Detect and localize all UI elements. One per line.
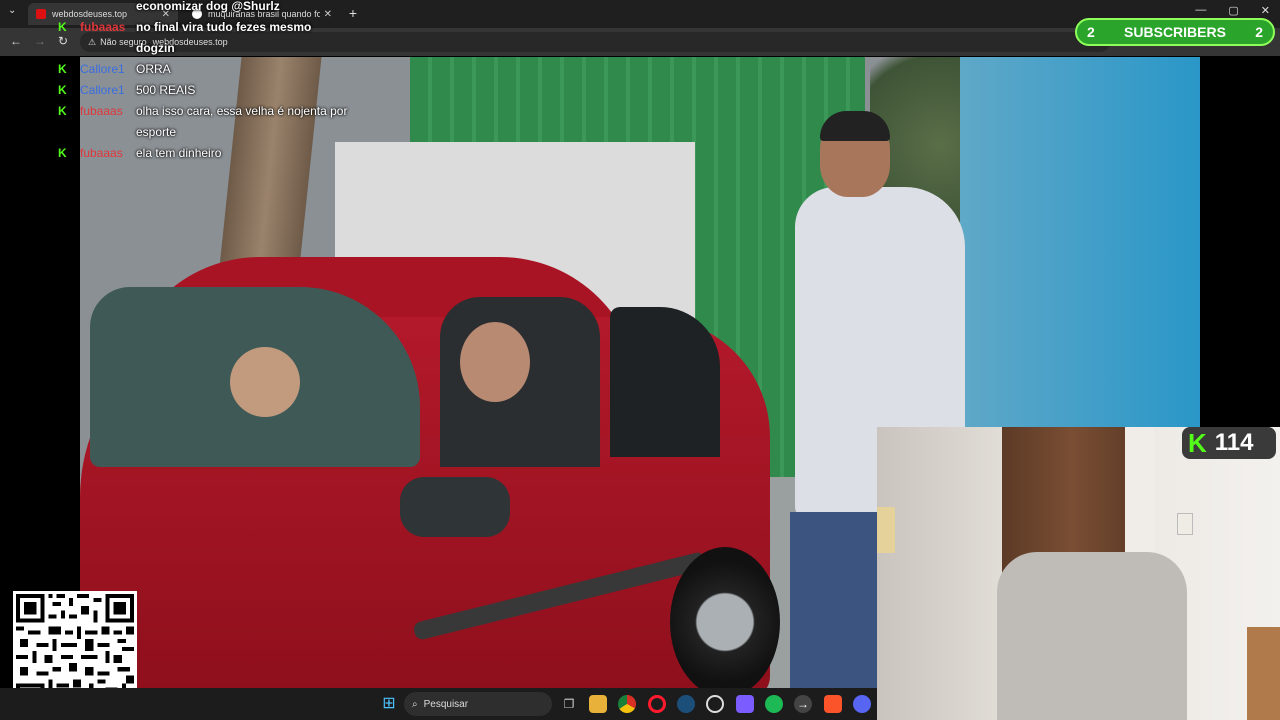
car-wheel [670, 547, 780, 688]
app-icon[interactable] [706, 695, 724, 713]
wall-outlet [877, 507, 895, 553]
discord-icon[interactable] [853, 695, 871, 713]
chat-message-text: economizar dog @Shurlz [136, 0, 280, 13]
windows-taskbar: ⊞ ⌕ Pesquisar ❐ → [0, 688, 877, 720]
window-controls: — ▢ ✕ [1195, 4, 1270, 17]
minimize-icon[interactable]: — [1195, 4, 1206, 17]
grid-app-icon[interactable] [736, 695, 754, 713]
chat-message-text: 500 REAIS [136, 83, 196, 97]
windows-start-icon[interactable]: ⊞ [380, 695, 398, 713]
chat-message-text: olha isso cara, essa velha é nojenta por… [136, 104, 348, 139]
webcam-feed [877, 427, 1280, 720]
arrow-app-icon[interactable]: → [794, 695, 812, 713]
subscribers-count-left: 2 [1087, 24, 1095, 40]
search-placeholder: Pesquisar [423, 698, 469, 710]
kick-icon: K [58, 104, 67, 118]
chat-message: K Callore1 500 REAIS [58, 80, 348, 101]
chat-message-text: ORRA [136, 62, 171, 76]
kick-icon: K [58, 83, 67, 97]
opera-icon[interactable] [648, 695, 666, 713]
viewer-count: 114 [1214, 429, 1254, 456]
chat-message: K fubaaas ela tem dinheiro [58, 143, 348, 164]
search-icon: ⌕ [412, 698, 418, 710]
chat-username: fubaaas [80, 146, 123, 160]
chat-message: K fubaaas no final vira tudo fezes mesmo… [58, 17, 348, 59]
car-rear-window [610, 307, 720, 457]
kick-logo-icon: K [1188, 427, 1207, 458]
man-hair [820, 111, 890, 141]
car-mirror [400, 477, 510, 537]
steam-icon[interactable] [677, 695, 695, 713]
kick-icon: K [58, 20, 67, 34]
covered-chair [997, 552, 1187, 720]
chat-message: economizar dog @Shurlz [58, 0, 348, 17]
chat-username: fubaaas [80, 104, 123, 118]
forward-arrow-icon[interactable]: → [34, 34, 46, 48]
file-explorer-icon[interactable] [589, 695, 607, 713]
close-window-icon[interactable]: ✕ [1261, 4, 1270, 17]
red-car [80, 257, 780, 688]
chat-message-text: ela tem dinheiro [136, 146, 222, 160]
chat-overlay: economizar dog @Shurlz K fubaaas no fina… [58, 0, 348, 164]
brave-icon[interactable] [824, 695, 842, 713]
light-switch [1177, 513, 1193, 535]
chat-username: Callore1 [80, 83, 125, 97]
man-jeans [790, 512, 890, 688]
maximize-icon[interactable]: ▢ [1228, 4, 1238, 17]
table [1247, 627, 1280, 720]
blue-wall [960, 57, 1200, 437]
kick-icon: K [58, 146, 67, 160]
viewer-count-badge: K 114 [1182, 427, 1276, 459]
chat-message: K fubaaas olha isso cara, essa velha é n… [58, 101, 348, 143]
taskbar-search[interactable]: ⌕ Pesquisar [404, 692, 552, 716]
chat-username: Callore1 [80, 62, 125, 76]
chrome-icon[interactable] [618, 695, 636, 713]
spotify-icon[interactable] [765, 695, 783, 713]
driver [230, 347, 300, 417]
subscribers-badge: 2 SUBSCRIBERS 2 [1075, 18, 1275, 46]
subscribers-label: SUBSCRIBERS [1124, 24, 1226, 40]
chat-message: K Callore1 ORRA [58, 59, 348, 80]
kick-icon: K [58, 62, 67, 76]
passenger [460, 322, 530, 402]
task-view-icon[interactable]: ❐ [560, 695, 578, 713]
chat-username: fubaaas [80, 20, 126, 34]
chat-message-text: no final vira tudo fezes mesmo dogzin [136, 20, 312, 55]
tab-list-chevron-icon[interactable]: ⌄ [8, 5, 16, 16]
tab-favicon-icon [36, 9, 46, 19]
back-arrow-icon[interactable]: ← [10, 34, 22, 48]
subscribers-count-right: 2 [1255, 24, 1263, 40]
